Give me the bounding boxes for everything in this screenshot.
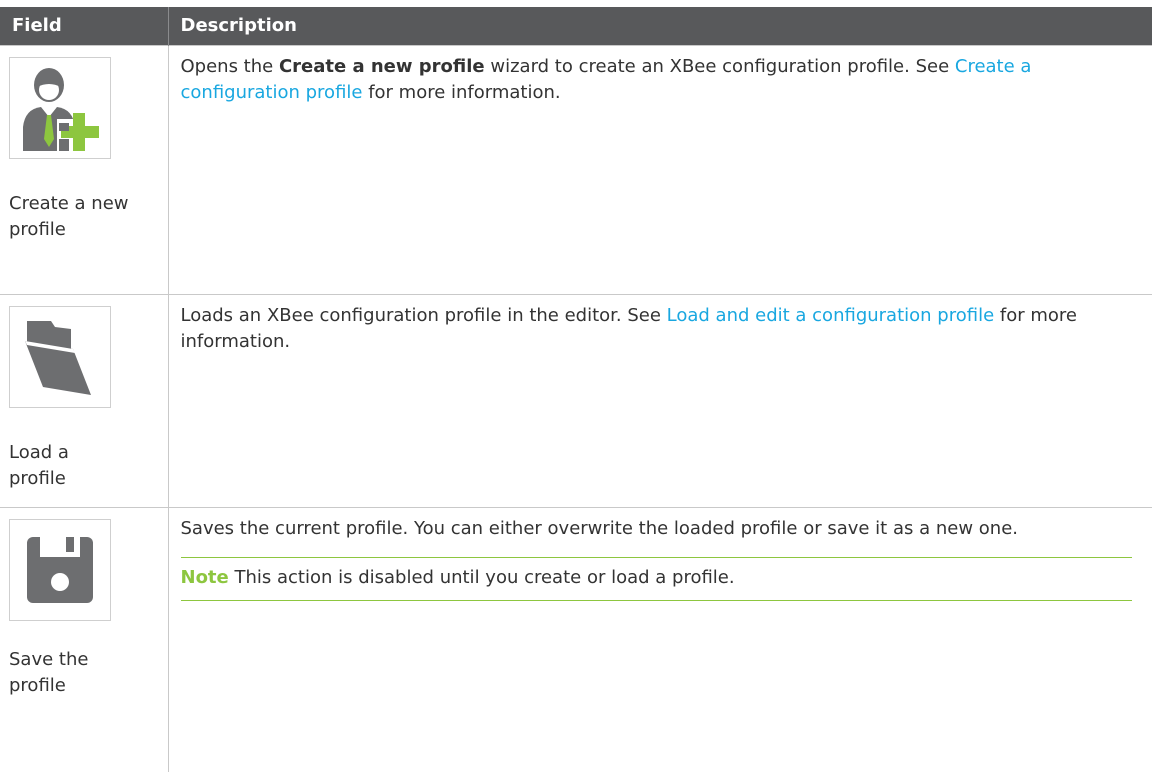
load-profile-button[interactable] [9, 305, 111, 408]
create-profile-button[interactable] [9, 56, 111, 159]
field-label: Load a profile [9, 441, 69, 489]
wizard-name: Create a new profile [278, 55, 485, 77]
description-cell: Saves the current profile. You can eithe… [168, 506, 1152, 772]
save-profile-button[interactable] [9, 518, 111, 621]
load-and-edit-configuration-profile-link[interactable]: Load and edit a configuration profile [667, 305, 995, 326]
create-profile-icon [23, 67, 101, 151]
description-cell: Opens the Create a new profile wizard to… [168, 44, 1152, 294]
description-cell: Loads an XBee configuration profile in t… [168, 293, 1152, 507]
table-row: Load a profile Loads an XBee configurati… [0, 293, 1152, 507]
description-text: Saves the current profile. You can eithe… [180, 517, 1018, 539]
table-row: Create a new profile Opens the Create a … [0, 44, 1152, 294]
field-cell: Save the profile [0, 506, 169, 772]
header-field: Field [0, 7, 168, 45]
field-label: Save the profile [9, 648, 89, 696]
table-row: Save the profile Saves the current profi… [0, 506, 1152, 772]
field-cell: Create a new profile [0, 44, 169, 294]
reference-table-region: Field Description Create a new profile O… [0, 7, 1152, 772]
field-description-table: Field Description Create a new profile O… [0, 7, 1152, 772]
header-description: Description [167, 7, 1152, 45]
field-label: Create a new profile [9, 192, 129, 240]
table-header-row: Field Description [0, 7, 1152, 45]
description-text: Loads an XBee configuration profile in t… [180, 304, 1077, 352]
folder-icon [25, 320, 91, 395]
description-text: Opens the Create a new profile wizard to… [180, 55, 1032, 103]
field-cell: Load a profile [0, 293, 169, 507]
note-text: This action is disabled until you create… [228, 566, 735, 588]
floppy-disk-icon [27, 536, 93, 603]
note-box: Note This action is disabled until you c… [180, 556, 1132, 601]
note-label: Note [180, 566, 229, 588]
